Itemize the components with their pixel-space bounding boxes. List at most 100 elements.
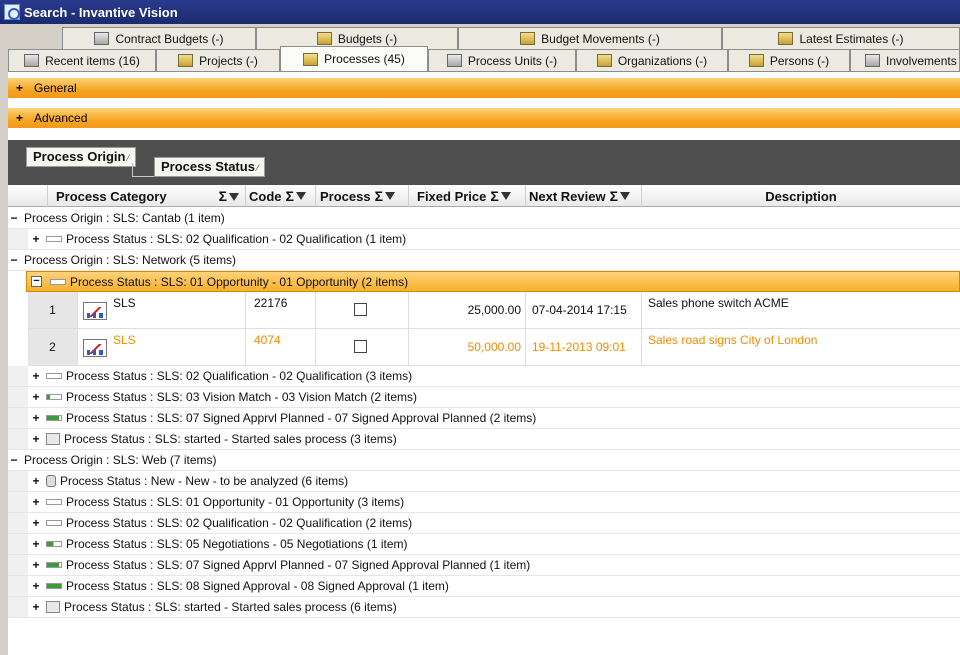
contract-budgets-icon	[94, 32, 110, 45]
tab-involvements[interactable]: Involvements	[850, 49, 960, 71]
col-next-review[interactable]: Next Review Σ	[526, 185, 642, 207]
indent-bar	[8, 366, 28, 386]
col-fixed-price[interactable]: Fixed Price Σ	[409, 185, 526, 207]
document-icon	[46, 433, 60, 445]
table-row[interactable]: 2 SLS 4074 50,000.00 19-11-2013 09:01 Sa…	[28, 329, 960, 366]
group-row-status[interactable]: + Process Status : SLS: 02 Qualification…	[8, 366, 960, 387]
expand-toggle[interactable]: +	[30, 411, 42, 425]
tab-recent-items[interactable]: Recent items (16)	[8, 49, 156, 71]
group-row-origin[interactable]: − Process Origin : SLS: Web (7 items)	[8, 450, 960, 471]
group-row-status[interactable]: + Process Status : SLS: 02 Qualification…	[8, 229, 960, 250]
tab-projects[interactable]: Projects (-)	[156, 49, 280, 71]
collapse-toggle[interactable]: −	[8, 453, 20, 467]
tab-latest-estimates[interactable]: Latest Estimates (-)	[722, 27, 960, 49]
group-connector	[132, 163, 154, 177]
filter-icon[interactable]	[500, 192, 511, 200]
cell-code: 4074	[246, 329, 316, 365]
filter-icon[interactable]	[620, 192, 630, 200]
group-chip-process-status[interactable]: Process Status ⁄	[154, 157, 266, 177]
group-row-status[interactable]: + Process Status : SLS: 03 Vision Match …	[8, 387, 960, 408]
tab-label: Persons (-)	[769, 53, 830, 68]
results-grid: − Process Origin : SLS: Cantab (1 item) …	[8, 208, 960, 655]
group-row-status-selected[interactable]: − Process Status : SLS: 01 Opportunity -…	[26, 271, 960, 292]
expand-toggle[interactable]: +	[30, 232, 42, 246]
collapse-toggle[interactable]: −	[8, 253, 20, 267]
status-label: Process Status : SLS: started - Started …	[64, 600, 397, 614]
tab-label: Latest Estimates (-)	[799, 31, 904, 46]
group-row-status[interactable]: + Process Status : SLS: 01 Opportunity -…	[8, 492, 960, 513]
group-row-status[interactable]: + Process Status : SLS: 02 Qualification…	[8, 513, 960, 534]
col-process[interactable]: Process Σ	[316, 185, 409, 207]
tab-contract-budgets[interactable]: Contract Budgets (-)	[62, 27, 256, 49]
group-row-status[interactable]: + Process Status : SLS: 07 Signed Apprvl…	[8, 408, 960, 429]
col-label: Code	[249, 188, 282, 204]
process-checkbox[interactable]	[354, 303, 367, 316]
column-header: Process Category Σ Code Σ Process Σ Fixe…	[8, 185, 960, 207]
window-title: Search - Invantive Vision	[24, 4, 178, 20]
budget-movements-icon	[520, 32, 536, 45]
budgets-icon	[316, 32, 332, 45]
status-progress-icon	[46, 394, 62, 400]
status-label: Process Status : New - New - to be analy…	[60, 474, 349, 488]
group-row-status[interactable]: + Process Status : SLS: 07 Signed Apprvl…	[8, 555, 960, 576]
group-row-status[interactable]: + Process Status : SLS: 05 Negotiations …	[8, 534, 960, 555]
category-text: SLS	[113, 333, 136, 347]
group-chip-process-origin[interactable]: Process Origin ⁄	[26, 147, 136, 167]
tab-process-units[interactable]: Process Units (-)	[428, 49, 576, 71]
group-label: Process Origin : SLS: Network (5 items)	[24, 253, 237, 267]
process-checkbox[interactable]	[354, 340, 367, 353]
collapse-toggle[interactable]: −	[31, 276, 42, 287]
expand-toggle[interactable]: +	[30, 474, 42, 488]
tab-label: Contract Budgets (-)	[115, 31, 224, 46]
filter-icon[interactable]	[295, 192, 306, 200]
sum-icon[interactable]: Σ	[219, 188, 227, 204]
table-row[interactable]: 1 SLS 22176 25,000.00 07-04-2014 17:15 S…	[28, 292, 960, 329]
group-row-origin[interactable]: − Process Origin : SLS: Network (5 items…	[8, 250, 960, 271]
cell-next-review: 19-11-2013 09:01	[526, 329, 642, 365]
sum-icon[interactable]: Σ	[375, 188, 383, 204]
status-progress-icon	[46, 541, 62, 547]
status-label: Process Status : SLS: 01 Opportunity - 0…	[66, 495, 405, 509]
expand-toggle[interactable]: +	[16, 81, 34, 95]
general-panel-label: General	[34, 81, 77, 95]
col-indent	[8, 185, 48, 207]
sum-icon[interactable]: Σ	[286, 188, 294, 204]
expand-toggle[interactable]: +	[30, 558, 42, 572]
hand-icon	[46, 475, 56, 487]
expand-toggle[interactable]: +	[16, 111, 34, 125]
group-row-status[interactable]: + Process Status : SLS: started - Starte…	[8, 597, 960, 618]
expand-toggle[interactable]: +	[30, 369, 42, 383]
document-icon	[46, 601, 60, 613]
advanced-panel-header[interactable]: + Advanced	[8, 108, 960, 128]
sum-icon[interactable]: Σ	[610, 188, 618, 204]
tab-processes[interactable]: Processes (45)	[280, 46, 428, 71]
collapse-toggle[interactable]: −	[8, 211, 20, 225]
expand-toggle[interactable]: +	[30, 579, 42, 593]
col-description[interactable]: Description	[642, 185, 960, 207]
group-row-origin[interactable]: − Process Origin : SLS: Cantab (1 item)	[8, 208, 960, 229]
expand-toggle[interactable]: +	[30, 537, 42, 551]
expand-toggle[interactable]: +	[30, 390, 42, 404]
group-row-status[interactable]: + Process Status : SLS: 08 Signed Approv…	[8, 576, 960, 597]
sort-icon: ⁄	[127, 153, 129, 163]
group-label: Process Origin : SLS: Web (7 items)	[24, 453, 217, 467]
group-row-status[interactable]: + Process Status : New - New - to be ana…	[8, 471, 960, 492]
organizations-icon	[596, 54, 612, 67]
sum-icon[interactable]: Σ	[490, 188, 498, 204]
tab-organizations[interactable]: Organizations (-)	[576, 49, 728, 71]
filter-icon[interactable]	[385, 192, 395, 200]
general-panel-header[interactable]: + General	[8, 78, 960, 98]
tab-budget-movements[interactable]: Budget Movements (-)	[458, 27, 722, 49]
cell-fixed-price: 25,000.00	[409, 292, 526, 328]
expand-toggle[interactable]: +	[30, 432, 42, 446]
col-process-category[interactable]: Process Category Σ	[48, 185, 246, 207]
expand-toggle[interactable]: +	[30, 495, 42, 509]
filter-icon[interactable]	[229, 193, 239, 201]
tab-persons[interactable]: Persons (-)	[728, 49, 850, 71]
col-code[interactable]: Code Σ	[246, 185, 316, 207]
latest-estimates-icon	[778, 32, 794, 45]
recent-items-icon	[24, 54, 40, 67]
expand-toggle[interactable]: +	[30, 516, 42, 530]
group-row-status[interactable]: + Process Status : SLS: started - Starte…	[8, 429, 960, 450]
expand-toggle[interactable]: +	[30, 600, 42, 614]
